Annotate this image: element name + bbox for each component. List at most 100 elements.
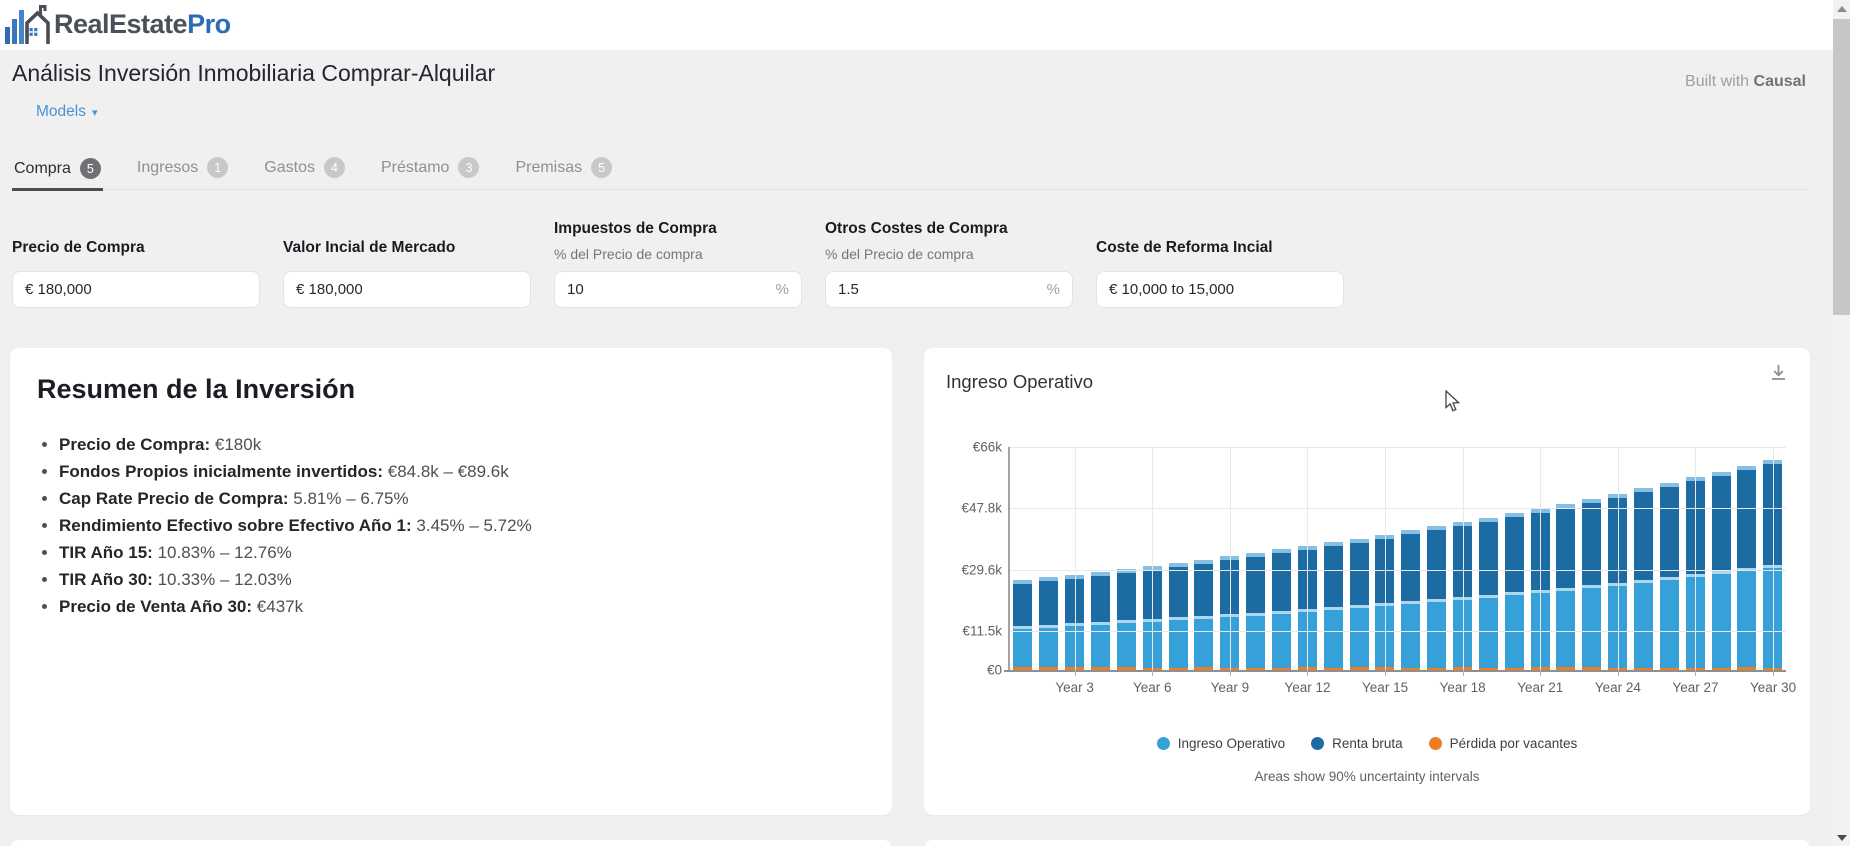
legend-item[interactable]: Renta bruta <box>1311 736 1403 751</box>
bar-slot-year-23 <box>1579 447 1605 670</box>
stacked-bar-year-14[interactable] <box>1350 539 1369 670</box>
segment-perdida-por-vacantes <box>1660 668 1679 671</box>
tab-gastos[interactable]: Gastos 4 <box>262 155 347 189</box>
bar-slot-year-11 <box>1269 447 1295 670</box>
stacked-bar-year-22[interactable] <box>1556 504 1575 670</box>
x-tick-label: Year 3 <box>1055 680 1094 695</box>
segment-ingreso-operativo <box>1712 574 1731 667</box>
segment-ingreso-operativo <box>1556 591 1575 668</box>
x-tick-label: Year 27 <box>1672 680 1718 695</box>
tab-prestamo[interactable]: Préstamo 3 <box>379 155 481 189</box>
chart-card: Ingreso Operativo €66k€47.8k€29.6k€11.5k… <box>924 348 1810 815</box>
x-tick-mark <box>1773 670 1774 676</box>
legend-dot-icon <box>1429 737 1442 750</box>
field-label: Otros Costes de Compra <box>825 220 1073 238</box>
tab-premisas[interactable]: Premisas 5 <box>513 155 614 189</box>
field-impuestos-de-compra: Impuestos de Compra % del Precio de comp… <box>554 218 802 308</box>
segment-ingreso-operativo <box>1246 616 1265 668</box>
segment-ingreso-operativo <box>1401 604 1420 667</box>
precio-de-compra-input[interactable]: € 180,000 <box>12 271 260 308</box>
bar-slot-year-14 <box>1346 447 1372 670</box>
chart-plot <box>1010 447 1786 670</box>
stacked-bar-year-25[interactable] <box>1634 488 1653 670</box>
page-title: Análisis Inversión Inmobiliaria Comprar-… <box>12 60 495 87</box>
field-sublabel: % del Precio de compra <box>825 246 1073 262</box>
next-card-peek-right <box>924 840 1810 846</box>
segment-perdida-por-vacantes <box>1634 668 1653 671</box>
segment-perdida-por-vacantes <box>1272 668 1291 671</box>
summary-card: Resumen de la Inversión Precio de Compra… <box>10 348 892 815</box>
chart-x-axis-labels: Year 3Year 6Year 9Year 12Year 15Year 18Y… <box>1010 680 1786 700</box>
bar-slot-year-28 <box>1708 447 1734 670</box>
x-tick-label: Year 21 <box>1517 680 1563 695</box>
stacked-bar-year-19[interactable] <box>1479 518 1498 670</box>
x-tick-label: Year 18 <box>1440 680 1486 695</box>
input-fields-row: Precio de Compra € 180,000 Valor Incial … <box>12 218 1344 308</box>
stacked-bar-year-26[interactable] <box>1660 483 1679 670</box>
stacked-bar-year-16[interactable] <box>1401 530 1420 670</box>
gridline-vertical <box>1385 447 1386 670</box>
segment-perdida-por-vacantes <box>1013 667 1032 670</box>
segment-ingreso-operativo <box>1324 610 1343 667</box>
vertical-scrollbar[interactable] <box>1833 0 1850 846</box>
coste-reforma-input[interactable]: € 10,000 to 15,000 <box>1096 271 1344 308</box>
otros-costes-input[interactable]: 1.5% <box>825 271 1073 308</box>
bar-slot-year-4 <box>1088 447 1114 670</box>
field-label: Precio de Compra <box>12 239 260 257</box>
gridline-horizontal <box>1010 570 1786 571</box>
summary-item: Cap Rate Precio de Compra: 5.81% – 6.75% <box>59 485 892 512</box>
summary-item: Rendimiento Efectivo sobre Efectivo Año … <box>59 512 892 539</box>
y-tick-label: €11.5k <box>962 624 1002 639</box>
segment-perdida-por-vacantes <box>1091 667 1110 670</box>
tab-count-badge: 4 <box>324 157 345 178</box>
bar-slot-year-13 <box>1320 447 1346 670</box>
valor-inicial-input[interactable]: € 180,000 <box>283 271 531 308</box>
impuestos-input[interactable]: 10% <box>554 271 802 308</box>
legend-item[interactable]: Ingreso Operativo <box>1157 736 1285 751</box>
y-tick-label: €0 <box>987 663 1002 678</box>
tab-compra[interactable]: Compra 5 <box>12 156 103 191</box>
summary-item: Precio de Venta Año 30: €437k <box>59 593 892 620</box>
segment-renta-bruta <box>1660 487 1679 577</box>
models-dropdown[interactable]: Models ▾ <box>36 103 98 121</box>
tab-ingresos[interactable]: Ingresos 1 <box>135 155 230 189</box>
built-with-causal[interactable]: Built with Causal <box>1685 73 1806 91</box>
segment-renta-bruta <box>1712 476 1731 572</box>
field-label: Coste de Reforma Incial <box>1096 239 1344 257</box>
field-precio-de-compra: Precio de Compra € 180,000 <box>12 218 260 308</box>
stacked-bar-year-5[interactable] <box>1117 569 1136 670</box>
stacked-bar-year-1[interactable] <box>1013 580 1032 670</box>
stacked-bar-year-29[interactable] <box>1737 466 1756 670</box>
scrollbar-thumb[interactable] <box>1833 19 1850 315</box>
download-icon[interactable] <box>1769 363 1788 387</box>
x-tick-mark <box>1075 670 1076 676</box>
segment-ingreso-operativo <box>1013 629 1032 667</box>
stacked-bar-year-11[interactable] <box>1272 549 1291 670</box>
stacked-bar-year-8[interactable] <box>1194 560 1213 670</box>
tab-bar: Compra 5 Ingresos 1 Gastos 4 Préstamo 3 … <box>12 155 1808 190</box>
chart-legend: Ingreso Operativo Renta bruta Pérdida por … <box>924 736 1810 751</box>
stacked-bar-year-7[interactable] <box>1169 563 1188 670</box>
x-tick-mark <box>1230 670 1231 676</box>
x-axis-line <box>1004 670 1786 672</box>
tab-count-badge: 5 <box>591 157 612 178</box>
legend-dot-icon <box>1311 737 1324 750</box>
field-otros-costes-de-compra: Otros Costes de Compra % del Precio de c… <box>825 218 1073 308</box>
segment-renta-bruta <box>1479 522 1498 595</box>
scroll-up-button[interactable] <box>1833 0 1850 17</box>
scroll-down-button[interactable] <box>1833 829 1850 846</box>
stacked-bar-year-20[interactable] <box>1505 513 1524 670</box>
stacked-bar-year-13[interactable] <box>1324 542 1343 670</box>
tab-count-badge: 1 <box>207 157 228 178</box>
stacked-bar-year-23[interactable] <box>1582 499 1601 670</box>
stacked-bar-year-17[interactable] <box>1427 526 1446 670</box>
segment-perdida-por-vacantes <box>1582 667 1601 670</box>
segment-renta-bruta <box>1272 553 1291 610</box>
segment-renta-bruta <box>1013 584 1032 626</box>
stacked-bar-year-4[interactable] <box>1091 572 1110 670</box>
arrow-down-icon <box>1837 835 1847 841</box>
stacked-bar-year-2[interactable] <box>1039 577 1058 670</box>
legend-label: Renta bruta <box>1332 736 1403 751</box>
legend-item[interactable]: Pérdida por vacantes <box>1429 736 1578 751</box>
segment-ingreso-operativo <box>1427 602 1446 667</box>
